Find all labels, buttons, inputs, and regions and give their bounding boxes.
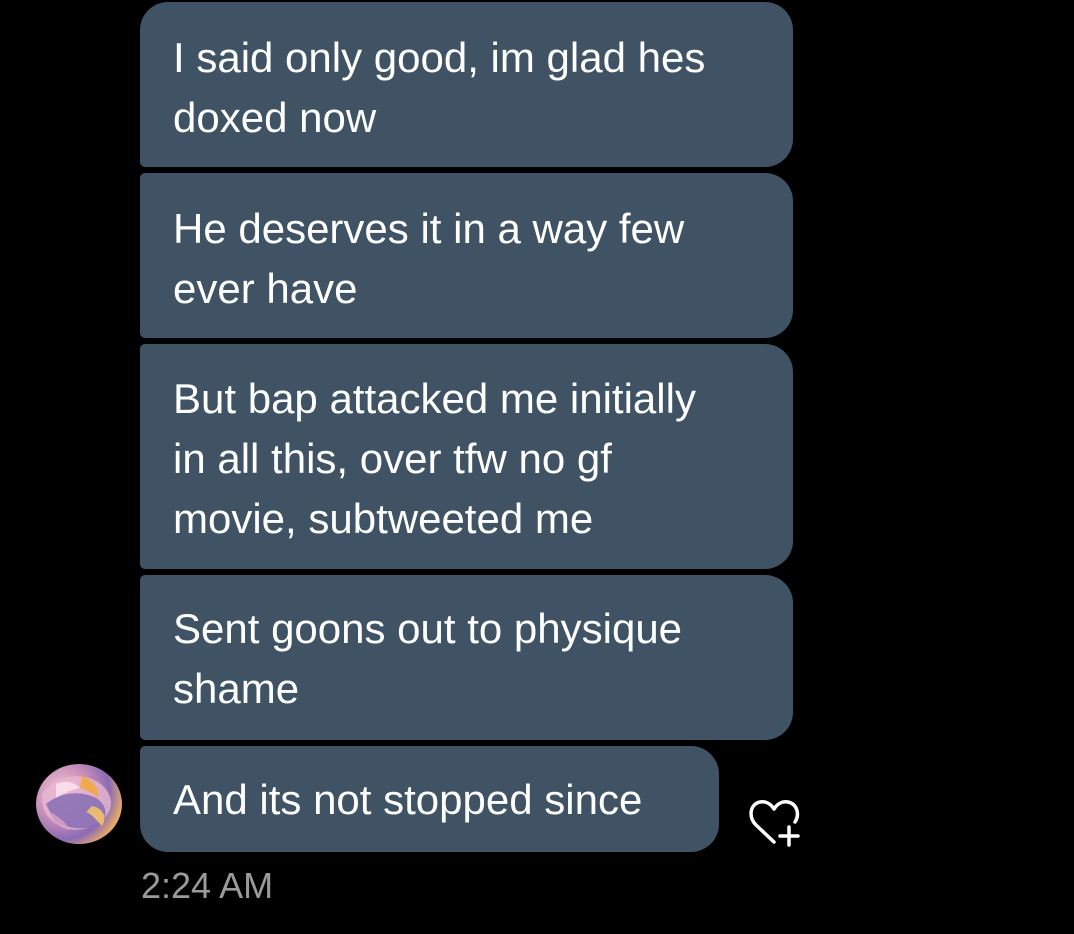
sender-avatar[interactable]	[36, 764, 122, 844]
message-bubble[interactable]: But bap attacked me initially in all thi…	[140, 344, 793, 569]
avatar-image	[41, 776, 112, 830]
message-timestamp: 2:24 AM	[141, 865, 274, 906]
message-bubble[interactable]: Sent goons out to physique shame	[140, 575, 793, 740]
message-bubble[interactable]: And its not stopped since	[140, 746, 719, 852]
message-bubble[interactable]: I said only good, im glad hes doxed now	[140, 2, 793, 167]
message-bubble[interactable]: He deserves it in a way few ever have	[140, 173, 793, 338]
heart-plus-icon[interactable]	[744, 792, 806, 850]
